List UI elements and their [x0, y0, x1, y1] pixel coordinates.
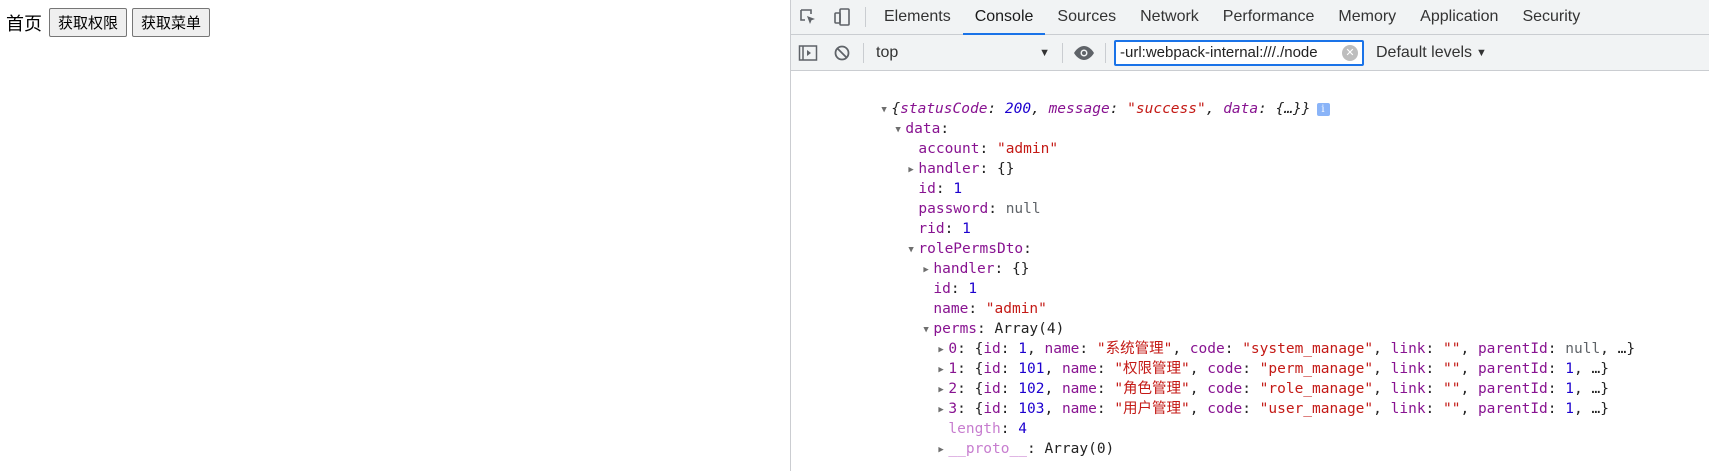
chevron-down-icon: ▼ [1039, 46, 1050, 59]
console-filter: ✕ [1114, 39, 1364, 66]
collapse-triangle-icon[interactable]: ▶ [938, 440, 948, 460]
console-toolbar: top ▼ ✕ Default levels ▼ [791, 35, 1709, 71]
tab-memory[interactable]: Memory [1326, 0, 1408, 34]
toolbar-divider [1062, 42, 1063, 63]
tabbar-divider [865, 7, 866, 27]
page-toolbar: 首页 获取权限 获取菜单 [6, 8, 211, 37]
inspect-element-icon[interactable] [791, 0, 825, 34]
toolbar-divider [863, 42, 864, 63]
clear-filter-icon[interactable]: ✕ [1342, 44, 1358, 61]
clear-console-icon[interactable] [825, 35, 859, 71]
rp-name-row: name: "admin" [933, 301, 1047, 317]
chevron-down-icon: ▼ [1476, 46, 1487, 59]
get-menu-button[interactable]: 获取菜单 [132, 8, 211, 37]
password-row: password: null [918, 201, 1041, 217]
sidebar-toggle-icon[interactable] [791, 35, 825, 71]
tab-elements[interactable]: Elements [872, 0, 963, 34]
web-page: 首页 获取权限 获取菜单 [0, 0, 790, 471]
length-row: length: 4 [948, 421, 1027, 437]
tab-network[interactable]: Network [1128, 0, 1211, 34]
rp-handler-row[interactable]: ▶ handler: {} [871, 239, 1029, 277]
perm-item-row[interactable]: ▶ 1: {id: 101, name: "权限管理", code: "perm_… [886, 339, 1609, 377]
roleperms-row[interactable]: ▼ rolePermsDto: [856, 219, 1032, 257]
id-row: id: 1 [918, 181, 963, 197]
log-levels-label: Default levels [1376, 43, 1473, 61]
info-icon[interactable]: i [1316, 103, 1330, 116]
rp-id-row: id: 1 [933, 281, 978, 297]
tab-sources[interactable]: Sources [1045, 0, 1128, 34]
filter-input[interactable] [1120, 44, 1342, 61]
perm-item-row[interactable]: ▶ 2: {id: 102, name: "角色管理", code: "role_… [886, 359, 1609, 397]
get-perms-button[interactable]: 获取权限 [49, 8, 128, 37]
toolbar-divider [1105, 42, 1106, 63]
device-toolbar-icon[interactable] [825, 0, 859, 34]
context-selector[interactable]: top ▼ [868, 35, 1058, 71]
data-row[interactable]: ▼ data: [843, 99, 949, 137]
log-levels-dropdown[interactable]: Default levels ▼ [1376, 44, 1487, 62]
devtools-tabbar: Elements Console Sources Network Perform… [791, 0, 1709, 35]
live-expression-eye-icon[interactable] [1067, 35, 1101, 71]
perms-row[interactable]: ▼ perms: Array(4) [871, 299, 1064, 337]
account-row: account: "admin" [918, 141, 1059, 157]
perm-item-row[interactable]: ▶ 3: {id: 103, name: "用户管理", code: "user_… [886, 379, 1609, 417]
tab-console[interactable]: Console [962, 0, 1046, 35]
tab-security[interactable]: Security [1510, 0, 1592, 34]
home-text: 首页 [6, 13, 42, 35]
perm-item-row[interactable]: ▶ 0: {id: 1, name: "系统管理", code: "system_… [886, 319, 1635, 357]
tab-performance[interactable]: Performance [1211, 0, 1327, 34]
root-object-row[interactable]: ▼ {statusCode: 200, message: "success", d… [829, 79, 1330, 117]
handler-row[interactable]: ▶ handler: {} [856, 139, 1014, 177]
context-value: top [876, 43, 899, 61]
devtools-panel: Elements Console Sources Network Perform… [790, 0, 1709, 471]
tab-application[interactable]: Application [1408, 0, 1510, 34]
proto-row[interactable]: ▶ __proto__: Array(0) [886, 419, 1114, 457]
rid-row: rid: 1 [918, 221, 971, 237]
